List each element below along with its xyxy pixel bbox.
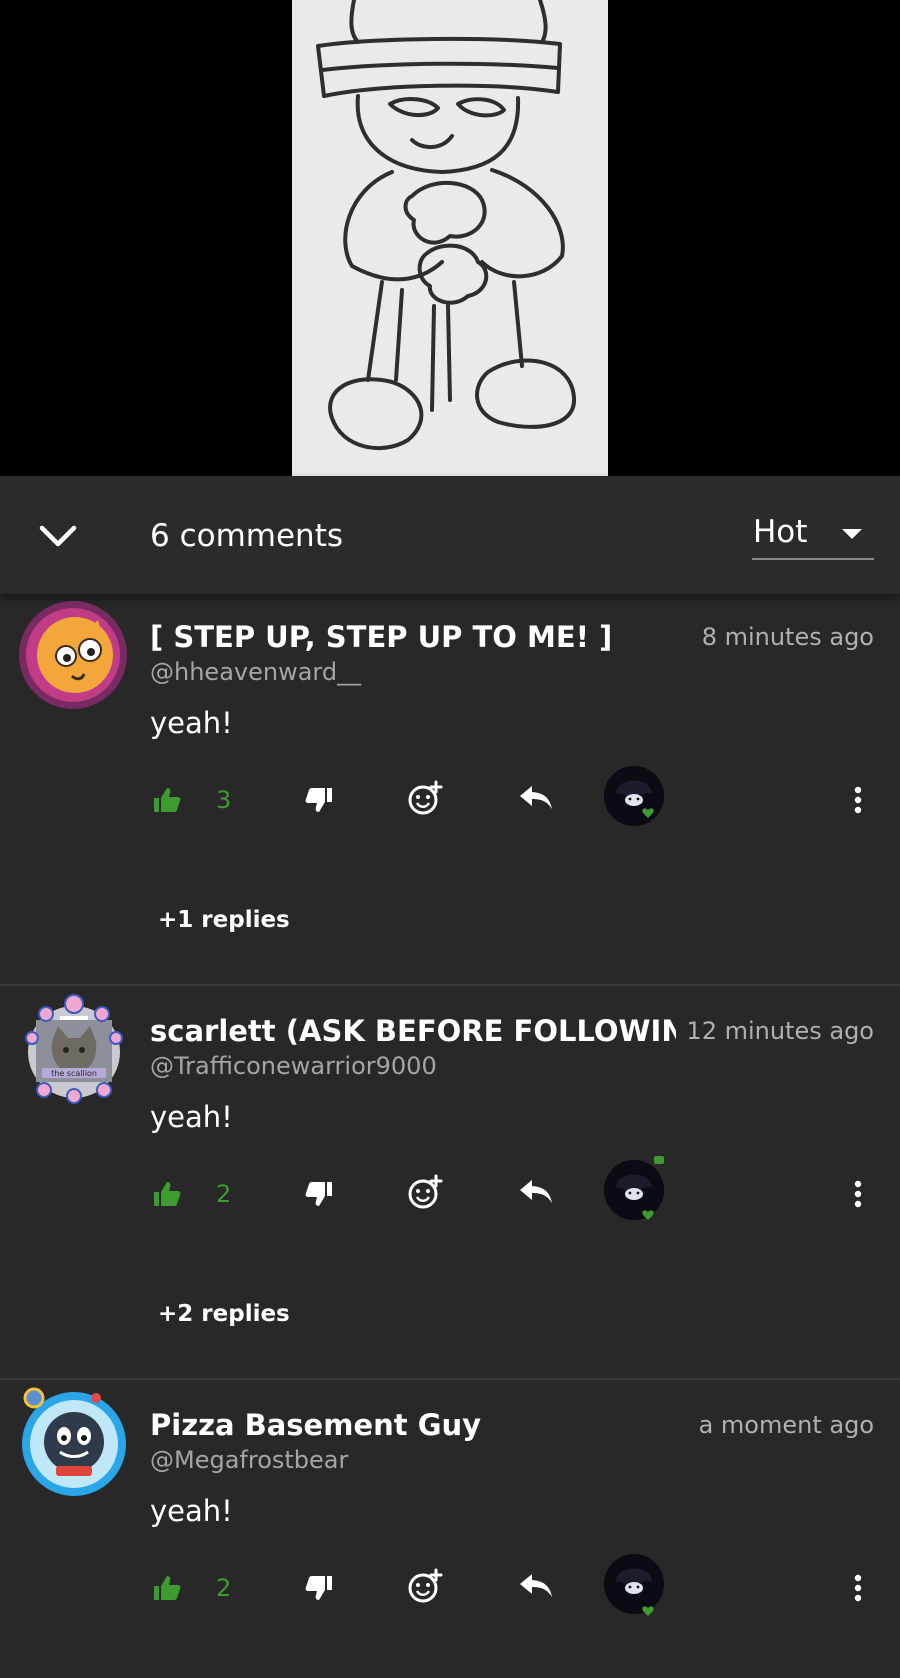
comment-timestamp: 8 minutes ago	[691, 620, 874, 654]
comment-text: yeah!	[150, 1494, 233, 1528]
comment-text: yeah!	[150, 1100, 233, 1134]
gift-emoji-button[interactable]	[406, 776, 446, 820]
more-vertical-icon	[854, 786, 862, 814]
gift-emoji-button[interactable]	[406, 1170, 446, 1214]
comment-timestamp: a moment ago	[688, 1408, 874, 1442]
thumbs-down-icon	[305, 788, 332, 812]
commenter-handle[interactable]: @Trafficonewarrior9000	[150, 1050, 437, 1082]
mini-avatar[interactable]	[604, 1156, 664, 1220]
more-options-button[interactable]	[846, 780, 870, 820]
avatar[interactable]	[22, 1387, 126, 1496]
reply-arrow-icon	[520, 1180, 552, 1203]
reply-button[interactable]	[516, 1566, 556, 1606]
reply-arrow-icon	[520, 786, 552, 809]
avatar[interactable]	[19, 601, 127, 709]
commenter-name[interactable]: Pizza Basement Guy	[150, 1406, 680, 1444]
svg-text:the scallion: the scallion	[51, 1069, 97, 1078]
view-replies-link[interactable]: +1 replies	[158, 904, 290, 936]
like-button[interactable]	[150, 780, 184, 820]
commenter-handle[interactable]: @hheavenward__	[150, 656, 361, 688]
dislike-button[interactable]	[302, 780, 336, 820]
more-vertical-icon	[854, 1574, 862, 1602]
reply-arrow-icon	[520, 1574, 552, 1597]
like-count: 2	[216, 1574, 232, 1602]
more-options-button[interactable]	[846, 1174, 870, 1214]
thumbs-down-icon	[305, 1182, 332, 1206]
comment-timestamp: 12 minutes ago	[676, 1014, 874, 1048]
comment-item: [ STEP UP, STEP UP TO ME! ] 8 minutes ag…	[0, 594, 900, 980]
gift-emoji-icon	[408, 1174, 443, 1209]
comments-header: 6 comments Hot	[0, 476, 900, 594]
thumbs-up-icon	[154, 788, 181, 812]
mini-avatar[interactable]	[604, 1554, 664, 1616]
more-options-button[interactable]	[846, 1568, 870, 1608]
chevron-down-icon	[39, 525, 77, 547]
like-count: 2	[216, 1180, 232, 1208]
commenter-handle[interactable]: @Megafrostbear	[150, 1444, 348, 1476]
comment-count: 6 comments	[150, 518, 344, 554]
thumbs-up-icon	[154, 1182, 181, 1206]
dislike-button[interactable]	[302, 1174, 336, 1214]
reply-button[interactable]	[516, 778, 556, 818]
comments-sheet: 6 comments Hot [ STEP UP, STEP UP TO ME!…	[0, 476, 900, 1678]
view-replies-link[interactable]: +2 replies	[158, 1298, 290, 1330]
caret-down-icon	[842, 529, 862, 539]
like-count: 3	[216, 786, 232, 814]
comment-item: the scallion scarlett (ASK BEFORE FOLLOW…	[0, 988, 900, 1374]
comment-divider	[0, 1378, 900, 1380]
gift-emoji-icon	[408, 1568, 443, 1603]
thumbs-down-icon	[305, 1576, 332, 1600]
like-button[interactable]	[150, 1174, 184, 1214]
collapse-button[interactable]	[34, 516, 82, 556]
mini-avatar[interactable]	[604, 766, 664, 826]
commenter-name[interactable]: scarlett (ASK BEFORE FOLLOWING	[150, 1012, 680, 1050]
media-viewer[interactable]	[0, 0, 900, 476]
sort-selected-value: Hot	[753, 514, 808, 550]
pencil-sketch-image	[292, 0, 608, 476]
comment-divider	[0, 984, 900, 986]
reply-button[interactable]	[516, 1172, 556, 1212]
like-button[interactable]	[150, 1568, 184, 1608]
sort-dropdown[interactable]: Hot	[752, 506, 874, 560]
comment-item: Pizza Basement Guy a moment ago @Megafro…	[0, 1382, 900, 1678]
avatar[interactable]: the scallion	[22, 994, 126, 1104]
comment-text: yeah!	[150, 706, 233, 740]
more-vertical-icon	[854, 1180, 862, 1208]
thumbs-up-icon	[154, 1576, 181, 1600]
gift-emoji-icon	[408, 780, 443, 815]
dislike-button[interactable]	[302, 1568, 336, 1608]
commenter-name[interactable]: [ STEP UP, STEP UP TO ME! ]	[150, 618, 680, 656]
gift-emoji-button[interactable]	[406, 1564, 446, 1608]
